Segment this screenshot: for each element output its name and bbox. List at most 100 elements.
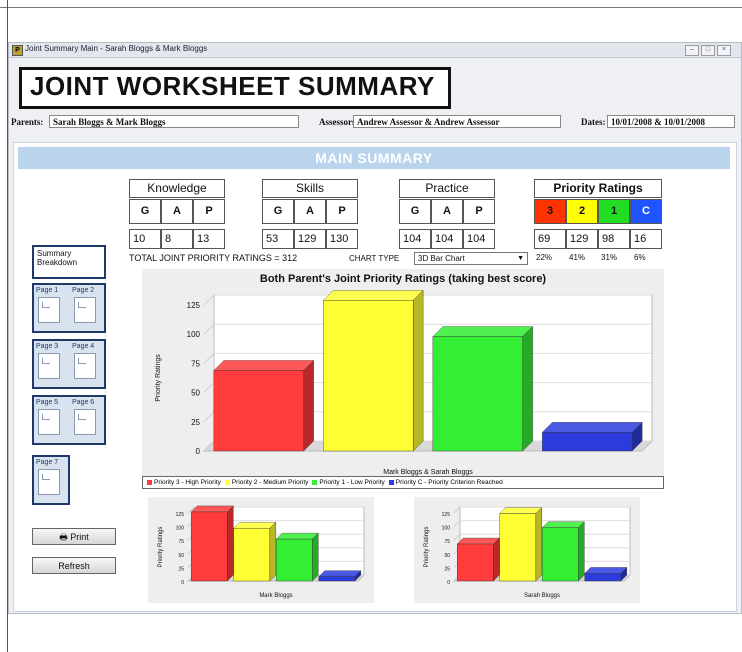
legend-swatch [224, 479, 230, 485]
legend-item: Priority 1 - Low Priority [312, 479, 385, 486]
practice-value-a: 104 [431, 229, 463, 249]
legend-label: Priority 3 - High Priority [154, 479, 221, 486]
bar-side [493, 537, 500, 582]
main-summary-panel: MAIN SUMMARY Knowledge G A P 10 8 13 Ski… [13, 142, 737, 612]
y-axis-label: Priority Ratings [155, 354, 162, 402]
priority-percent-3: 22% [536, 253, 553, 262]
pages-group-4: Page 7 [32, 455, 70, 505]
joint-priority-chart: Both Parent's Joint Priority Ratings (ta… [142, 269, 664, 483]
summary-breakdown-button[interactable]: Summary Breakdown [32, 245, 106, 279]
bar-side [227, 505, 234, 582]
priority-value-1: 98 [598, 229, 630, 249]
minimize-icon[interactable]: – [685, 45, 699, 56]
knowledge-value-p: 13 [193, 229, 225, 249]
print-button[interactable]: 🖶 Print [32, 528, 116, 545]
skills-col-a: A [294, 199, 326, 224]
pages-group-2: Page 3 Page 4 [32, 339, 106, 389]
y-tick-label: 75 [444, 539, 450, 545]
y-axis-label: Priority Ratings [158, 527, 164, 568]
practice-value-p: 104 [463, 229, 495, 249]
legend-label: Priority 2 - Medium Priority [231, 479, 309, 486]
legend-label: Priority C - Priority Criterion Reached [395, 479, 503, 486]
priority-percent-2: 41% [569, 253, 586, 262]
chevron-down-icon: ▼ [517, 255, 524, 262]
knowledge-col-g: G [129, 199, 161, 224]
y-tick-label: 100 [187, 330, 201, 339]
bar-top [541, 521, 585, 528]
document-icon [38, 409, 60, 435]
priority-percent-c: 6% [634, 253, 646, 262]
total-priority-ratings: TOTAL JOINT PRIORITY RATINGS = 312 [129, 253, 298, 263]
bar-top [318, 570, 362, 577]
x-axis-label: Mark Bloggs [259, 593, 292, 599]
knowledge-title: Knowledge [129, 179, 225, 198]
y-tick-label: 25 [444, 566, 450, 572]
maximize-icon[interactable]: □ [701, 45, 715, 56]
dates-label: Dates: [581, 117, 606, 127]
bar [542, 432, 633, 452]
parents-field[interactable]: Sarah Bloggs & Mark Bloggs [49, 115, 299, 128]
document-icon [74, 297, 96, 323]
bar-top [190, 505, 234, 513]
chart-type-value: 3D Bar Chart [418, 254, 465, 263]
refresh-button[interactable]: Refresh [32, 557, 116, 574]
bar-top [275, 532, 319, 540]
bar [432, 336, 523, 452]
bar-top [213, 360, 315, 371]
bar-side [578, 521, 585, 582]
y-tick-label: 75 [191, 359, 200, 368]
y-tick-label: 0 [196, 447, 201, 456]
practice-col-a: A [431, 199, 463, 224]
legend-swatch [312, 479, 318, 485]
priority-col-2: 2 [566, 199, 598, 224]
knowledge-value-g: 10 [129, 229, 161, 249]
document-icon [74, 353, 96, 379]
y-tick-label: 50 [191, 389, 200, 398]
knowledge-col-a: A [161, 199, 193, 224]
y-tick-label: 100 [442, 526, 451, 532]
parents-label: Parents: [11, 117, 44, 127]
legend-item: Priority C - Priority Criterion Reached [388, 479, 503, 486]
close-icon[interactable]: × [717, 45, 731, 56]
page-4-label: Page 4 [72, 343, 95, 350]
assessors-field[interactable]: Andrew Assessor & Andrew Assessor [353, 115, 561, 128]
bar-side [269, 521, 277, 582]
skills-col-p: P [326, 199, 358, 224]
y-tick-label: 25 [178, 566, 184, 572]
priority-value-c: 16 [630, 229, 662, 249]
page-banner: JOINT WORKSHEET SUMMARY [19, 67, 451, 109]
application-window: P Joint Summary Main - Sarah Bloggs & Ma… [8, 42, 742, 614]
dates-field[interactable]: 10/01/2008 & 10/01/2008 [607, 115, 735, 128]
page-1-label: Page 1 [36, 287, 59, 294]
bar [233, 528, 271, 582]
bar [213, 370, 304, 452]
skills-value-a: 129 [294, 229, 326, 249]
pages-group-3: Page 5 Page 6 [32, 395, 106, 445]
skills-value-p: 130 [326, 229, 358, 249]
chart-type-select[interactable]: 3D Bar Chart ▼ [414, 252, 528, 265]
page-5-label: Page 5 [36, 399, 59, 406]
skills-col-g: G [262, 199, 294, 224]
knowledge-col-p: P [193, 199, 225, 224]
chart-title: Both Parent's Joint Priority Ratings (ta… [260, 273, 547, 285]
y-tick-label: 25 [191, 418, 200, 427]
y-tick-label: 50 [444, 553, 450, 559]
page-3-label: Page 3 [36, 343, 59, 350]
practice-col-g: G [399, 199, 431, 224]
priority-value-3: 69 [534, 229, 566, 249]
y-tick-label: 125 [187, 301, 201, 310]
window-titlebar[interactable]: P Joint Summary Main - Sarah Bloggs & Ma… [9, 43, 741, 58]
skills-title: Skills [262, 179, 358, 198]
refresh-label: Refresh [58, 561, 90, 571]
bar-top [584, 567, 628, 574]
knowledge-value-a: 8 [161, 229, 193, 249]
bar [275, 538, 313, 582]
document-icon [38, 353, 60, 379]
app-icon: P [12, 45, 23, 56]
y-tick-label: 125 [176, 512, 185, 518]
y-tick-label: 100 [176, 526, 185, 532]
x-axis-label: Mark Bloggs & Sarah Bloggs [383, 469, 473, 476]
printer-icon: 🖶 [59, 532, 68, 542]
practice-title: Practice [399, 179, 495, 198]
bar-side [303, 359, 314, 452]
